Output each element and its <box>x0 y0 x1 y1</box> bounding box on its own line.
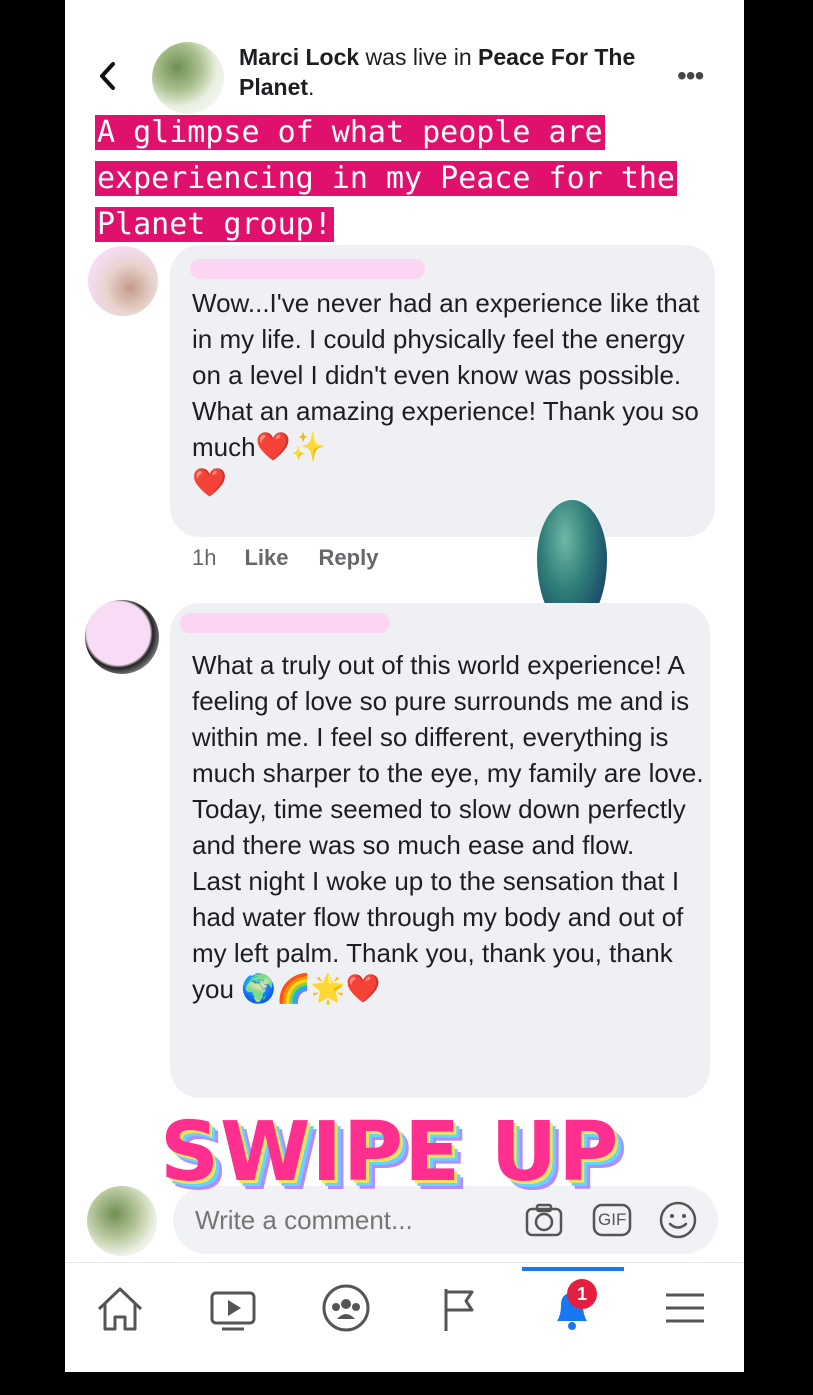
pages-icon[interactable] <box>424 1273 494 1343</box>
back-button[interactable] <box>93 58 123 94</box>
comment-time: 1h <box>192 545 217 570</box>
user-avatar <box>87 1186 157 1256</box>
heart-emoji: ❤️ <box>192 466 227 499</box>
comment-bubble: What a truly out of this world experienc… <box>170 603 710 1098</box>
author-avatar[interactable] <box>152 42 224 114</box>
comment-text: What a truly out of this world experienc… <box>192 650 704 1005</box>
heart-sparkles-emoji: ❤️✨ <box>255 430 326 463</box>
comment-input[interactable] <box>193 1204 497 1237</box>
notifications-icon[interactable]: 1 <box>537 1273 607 1343</box>
reply-link[interactable]: Reply <box>319 545 379 570</box>
notification-badge: 1 <box>567 1279 597 1309</box>
redacted-name <box>180 613 390 633</box>
swipe-up-sticker[interactable]: SWIPE UP <box>160 1105 619 1200</box>
active-tab-indicator <box>522 1267 624 1271</box>
menu-icon[interactable] <box>650 1273 720 1343</box>
emoji-icon[interactable] <box>657 1199 699 1241</box>
gif-icon[interactable]: GIF <box>591 1199 633 1241</box>
commenter-avatar[interactable] <box>88 246 158 316</box>
watch-icon[interactable] <box>198 1273 268 1343</box>
more-options-button[interactable]: ••• <box>677 60 704 92</box>
commenter-avatar[interactable] <box>85 600 159 674</box>
post-header-title: Marci Lock was live in Peace For The Pla… <box>239 42 659 102</box>
comment-text: Wow...I've never had an experience like … <box>192 288 700 499</box>
groups-icon[interactable] <box>311 1273 381 1343</box>
more-horizontal-icon: ••• <box>677 60 704 91</box>
earth-rainbow-star-heart-emoji: 🌍🌈🌟❤️ <box>241 972 381 1005</box>
header-end: . <box>308 74 315 100</box>
overlay-caption: A glimpse of what people are experiencin… <box>95 115 677 242</box>
header-text: was live in <box>359 44 479 70</box>
comment-bubble: Wow...I've never had an experience like … <box>170 245 715 537</box>
chevron-left-icon <box>100 62 115 90</box>
author-name[interactable]: Marci Lock <box>239 44 359 70</box>
gif-label: GIF <box>598 1210 627 1229</box>
phone-screen: Marci Lock was live in Peace For The Pla… <box>65 0 744 1372</box>
redacted-name <box>190 259 425 279</box>
home-icon[interactable] <box>85 1273 155 1343</box>
like-link[interactable]: Like <box>244 545 288 570</box>
comment-meta: 1h Like Reply <box>192 545 408 571</box>
bottom-nav: 1 <box>65 1262 744 1372</box>
camera-icon[interactable] <box>523 1199 565 1241</box>
